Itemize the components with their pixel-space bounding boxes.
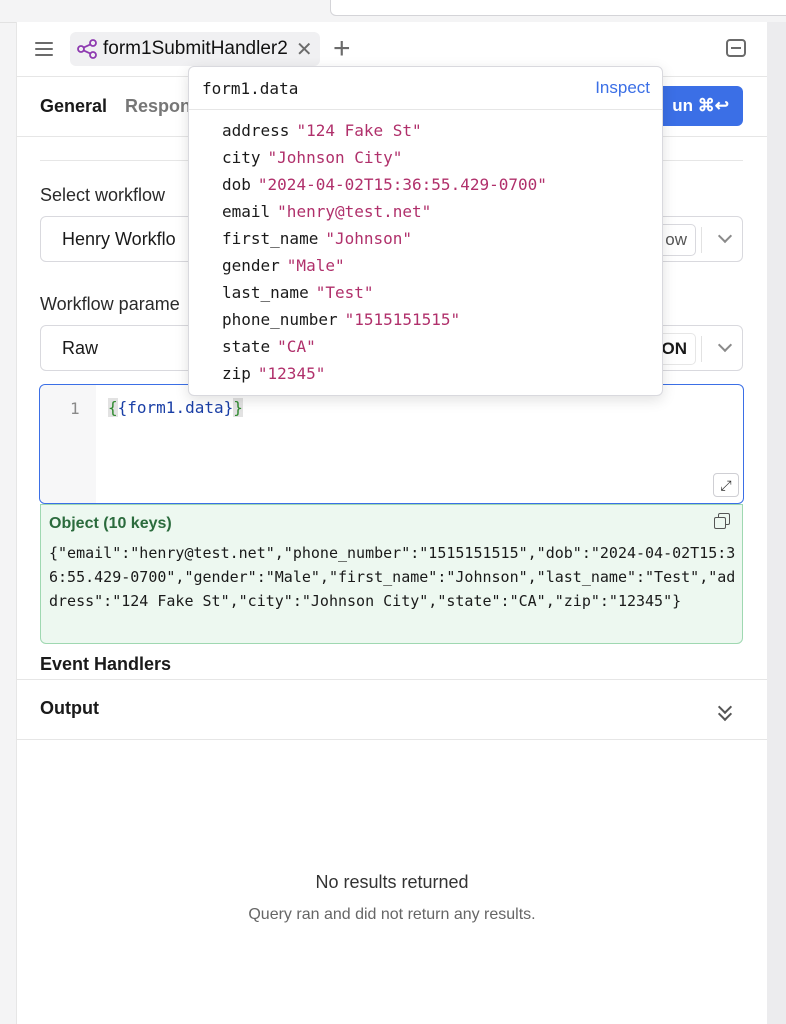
tab-response[interactable]: Respon: [125, 96, 191, 117]
collapse-panel-icon[interactable]: [726, 39, 746, 57]
row-key: zip: [222, 364, 251, 383]
chevron-down-icon: [717, 337, 733, 353]
popover-header: form1.data Inspect: [189, 67, 662, 110]
workflow-share-icon: [77, 39, 97, 59]
row-key: state: [222, 337, 271, 356]
row-value: "Johnson": [325, 229, 413, 248]
plus-icon[interactable]: +: [333, 32, 351, 66]
editor-gutter: [40, 385, 96, 503]
chevron-down-icon: [717, 228, 733, 244]
row-key: address: [222, 121, 290, 140]
list-item: city "Johnson City": [222, 144, 547, 171]
parameters-mode-value: Raw: [62, 338, 99, 358]
row-key: gender: [222, 256, 280, 275]
result-json: {"email":"henry@test.net","phone_number"…: [49, 544, 736, 610]
expand-editor-icon[interactable]: ⤢: [713, 473, 739, 497]
row-key: city: [222, 148, 261, 167]
evaluated-value-preview: Object (10 keys) {"email":"henry@test.ne…: [40, 504, 743, 644]
menu-icon[interactable]: [35, 39, 55, 57]
list-item: gender "Male": [222, 252, 547, 279]
right-scroll-strip: [766, 22, 786, 1024]
row-value: "Male": [286, 256, 345, 275]
query-tab[interactable]: form1SubmitHandler2 ✕: [70, 32, 320, 66]
workflow-parameters-label: Workflow parame: [40, 294, 180, 314]
result-type-label: Object (10 keys): [49, 515, 172, 532]
row-key: last_name: [222, 283, 309, 302]
event-handlers-heading[interactable]: Event Handlers: [40, 654, 171, 675]
empty-state-title: No results returned: [315, 872, 469, 892]
row-value: "12345": [257, 364, 326, 383]
chevrons-down-icon[interactable]: [717, 699, 733, 722]
row-key: first_name: [222, 229, 319, 248]
output-heading[interactable]: Output: [40, 698, 99, 719]
list-item: last_name "Test": [222, 279, 547, 306]
code-line[interactable]: {{form1.data}}: [108, 398, 243, 417]
row-key: phone_number: [222, 310, 338, 329]
row-value: "henry@test.net": [277, 202, 432, 221]
code-editor[interactable]: 1 {{form1.data}} ⤢: [39, 384, 744, 504]
open-brace: {: [108, 398, 118, 417]
top-bar: [0, 0, 786, 23]
inspect-link[interactable]: Inspect: [595, 78, 650, 98]
close-icon[interactable]: ✕: [296, 37, 313, 62]
line-number: 1: [70, 399, 80, 418]
popover-title: form1.data: [202, 79, 299, 98]
divider: [17, 679, 767, 680]
tab-general[interactable]: General: [40, 96, 107, 117]
list-item: address "124 Fake St": [222, 117, 547, 144]
list-item: first_name "Johnson": [222, 225, 547, 252]
popover-rows: address "124 Fake St" city "Johnson City" …: [222, 117, 547, 387]
list-item: state "CA": [222, 333, 547, 360]
row-key: email: [222, 202, 271, 221]
list-item: phone_number "1515151515": [222, 306, 547, 333]
row-value: "CA": [277, 337, 316, 356]
row-value: "Johnson City": [267, 148, 403, 167]
list-item: zip "12345": [222, 360, 547, 387]
copy-icon[interactable]: [714, 513, 730, 529]
close-brace: }: [233, 398, 243, 417]
workflow-select-value: Henry Workflo: [62, 229, 176, 249]
select-separator: [701, 336, 702, 362]
code-expression: {form1.data}: [117, 398, 234, 417]
row-value: "1515151515": [344, 310, 461, 329]
row-value: "124 Fake St": [296, 121, 422, 140]
select-workflow-label: Select workflow: [40, 185, 166, 205]
row-value: "Test": [315, 283, 374, 302]
list-item: email "henry@test.net": [222, 198, 547, 225]
global-search-input[interactable]: [330, 0, 786, 16]
row-key: dob: [222, 175, 251, 194]
select-separator: [701, 227, 702, 253]
divider: [17, 739, 767, 740]
empty-state-subtitle: Query ran and did not return any results…: [248, 906, 536, 923]
row-value: "2024-04-02T15:36:55.429-0700": [257, 175, 547, 194]
query-tab-name: form1SubmitHandler2: [103, 38, 288, 59]
value-inspector-popover: form1.data Inspect address "124 Fake St" …: [188, 66, 663, 396]
list-item: dob "2024-04-02T15:36:55.429-0700": [222, 171, 547, 198]
